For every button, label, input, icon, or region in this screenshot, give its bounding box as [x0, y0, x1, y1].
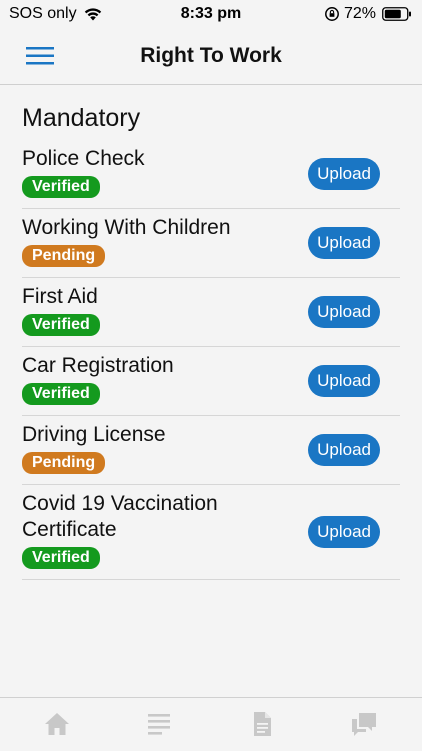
document-name: Car Registration	[22, 354, 174, 377]
nav-bar: Right To Work	[0, 28, 422, 85]
tab-documents[interactable]	[248, 710, 278, 740]
battery-icon	[382, 7, 411, 21]
home-icon	[45, 713, 69, 735]
status-right: 72%	[324, 5, 412, 23]
status-badge: Verified	[22, 383, 100, 405]
document-icon	[254, 712, 271, 736]
document-name: Covid 19 Vaccination Certificate	[22, 492, 218, 541]
document-name: Police Check	[22, 147, 145, 170]
orientation-lock-icon	[325, 7, 339, 21]
status-badge: Pending	[22, 452, 106, 474]
document-row: Driving License Pending Upload	[22, 416, 400, 485]
tab-list[interactable]	[145, 710, 175, 740]
status-badge: Verified	[22, 176, 100, 198]
document-row: First Aid Verified Upload	[22, 278, 400, 347]
document-row: Covid 19 Vaccination Certificate Verifie…	[22, 485, 400, 580]
page-title: Right To Work	[140, 44, 282, 67]
document-row: Working With Children Pending Upload	[22, 209, 400, 278]
tab-bar	[0, 697, 422, 751]
list-icon	[148, 714, 170, 735]
battery-percent: 72%	[343, 5, 376, 22]
upload-button[interactable]: Upload	[308, 365, 380, 397]
document-row: Police Check Verified Upload	[22, 140, 400, 209]
document-name: Working With Children	[22, 216, 231, 239]
status-bar: SOS only 8:33 pm 72%	[0, 0, 422, 28]
chat-icon	[352, 713, 376, 736]
upload-button[interactable]: Upload	[308, 227, 380, 259]
status-badge: Verified	[22, 547, 100, 569]
status-badge: Pending	[22, 245, 106, 267]
tab-home[interactable]	[43, 710, 73, 740]
document-list: Police Check Verified Upload Working Wit…	[22, 140, 400, 580]
upload-button[interactable]: Upload	[308, 516, 380, 548]
section-title: Mandatory	[22, 104, 141, 132]
tab-messages[interactable]	[350, 710, 380, 740]
document-row: Car Registration Verified Upload	[22, 347, 400, 416]
upload-button[interactable]: Upload	[308, 434, 380, 466]
status-badge: Verified	[22, 314, 100, 336]
upload-button[interactable]: Upload	[308, 158, 380, 190]
document-name: Driving License	[22, 423, 166, 446]
document-name: First Aid	[22, 285, 98, 308]
upload-button[interactable]: Upload	[308, 296, 380, 328]
